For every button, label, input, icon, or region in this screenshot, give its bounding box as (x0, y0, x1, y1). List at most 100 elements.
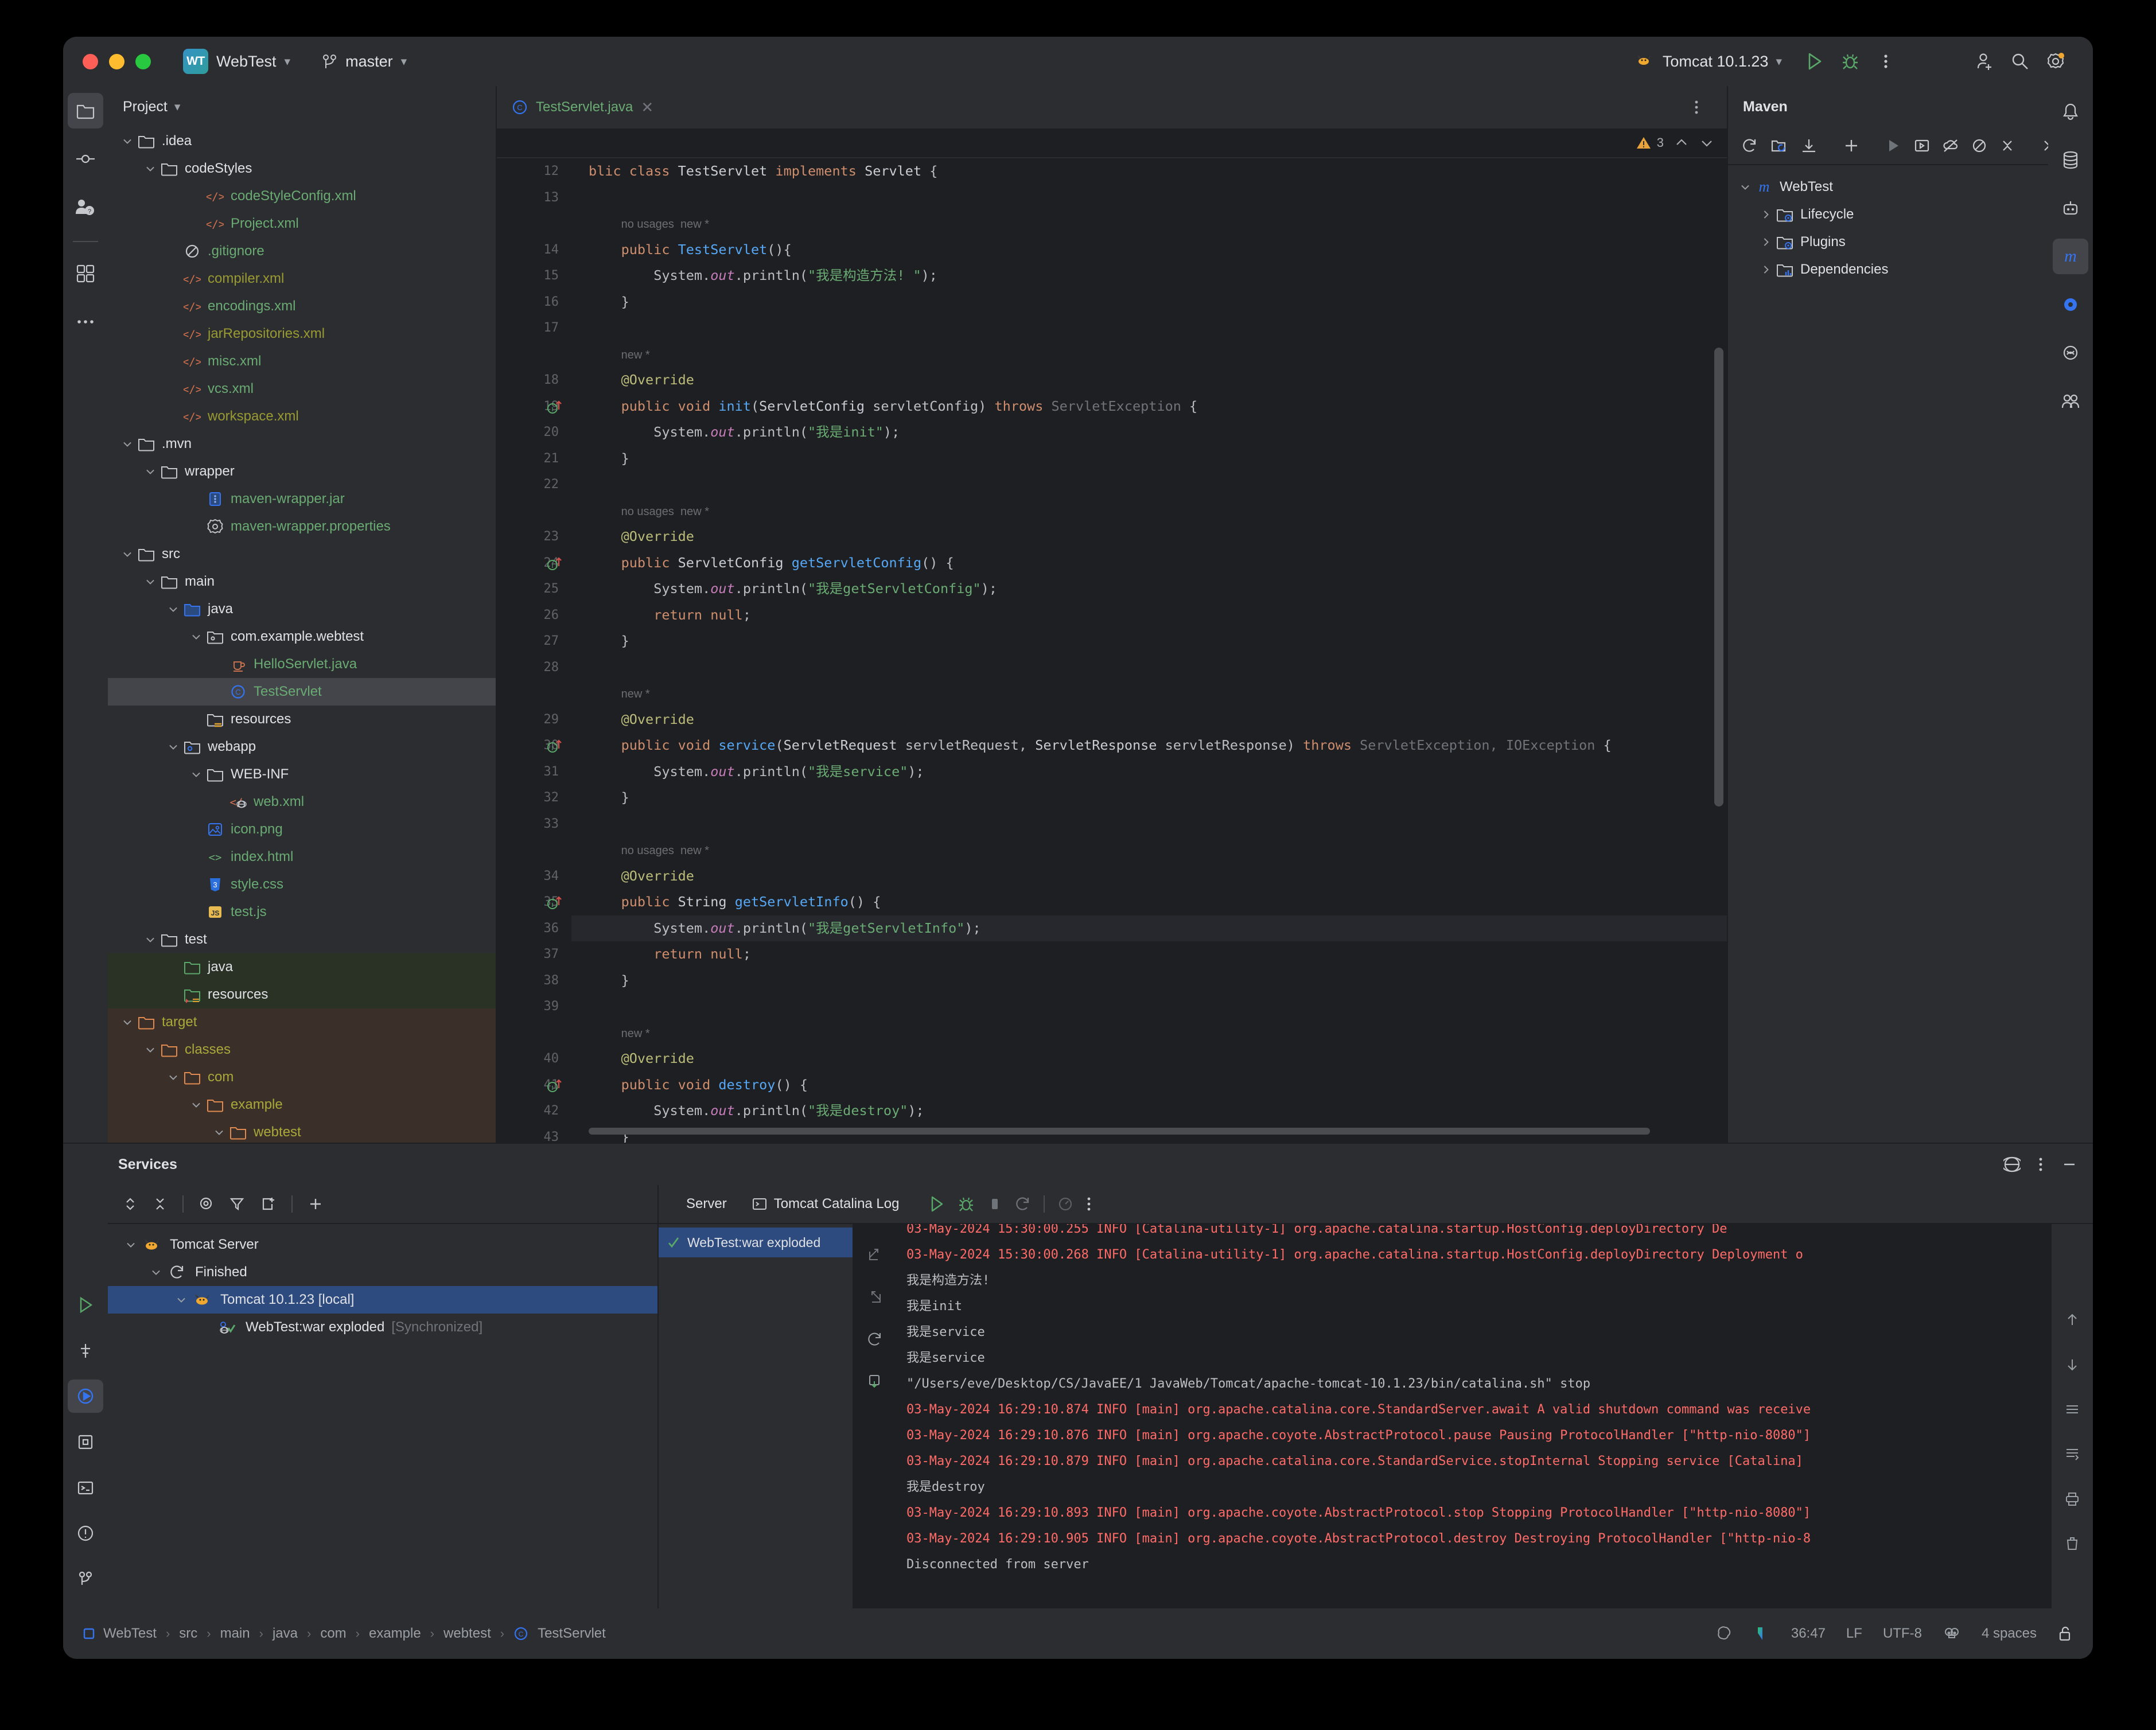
caret-position-label[interactable]: 36:47 (1791, 1626, 1826, 1642)
run-tool-button[interactable] (68, 1288, 103, 1322)
breadcrumb-item[interactable]: webtest (443, 1626, 491, 1642)
search-button[interactable] (2002, 44, 2038, 79)
warning-count-badge[interactable]: 3 (1636, 135, 1664, 150)
project-tree-item[interactable]: CTestServlet (108, 678, 496, 706)
override-method-icon[interactable]: I (546, 397, 566, 416)
bug-bot-button[interactable] (2053, 190, 2088, 226)
chevron-down-icon[interactable] (187, 629, 205, 644)
chevron-down-icon[interactable] (118, 437, 137, 451)
project-tree-item[interactable]: <>index.html (108, 843, 496, 871)
project-tree-item[interactable]: HelloServlet.java (108, 650, 496, 678)
project-tree-item[interactable]: com.example.webtest (108, 623, 496, 650)
code-line[interactable]: public String getServletInfo() { (589, 889, 881, 915)
generate-sources-icon[interactable] (1770, 137, 1788, 154)
ai-assistant-button[interactable] (2053, 287, 2088, 322)
structure-tool-button[interactable] (68, 1334, 103, 1367)
chevron-down-icon[interactable] (147, 1265, 165, 1280)
debug-button[interactable] (1832, 44, 1868, 79)
code-line[interactable]: new * (589, 680, 650, 708)
rerun-button[interactable] (929, 1195, 945, 1213)
minimize-panel-icon[interactable] (2061, 1156, 2078, 1173)
close-window-button[interactable] (83, 54, 98, 69)
openai-icon[interactable] (1717, 1625, 1734, 1642)
project-selector[interactable]: WT WebTest ▾ (183, 49, 290, 74)
project-tree-item[interactable]: icon.png (108, 816, 496, 843)
project-tree-item[interactable]: resources (108, 706, 496, 733)
scroll-to-end-toggle-icon[interactable] (2057, 1439, 2088, 1470)
project-tree-item[interactable]: </>misc.xml (108, 348, 496, 375)
chevron-down-icon[interactable] (122, 1237, 140, 1252)
assistant-tool-button[interactable]: ? (68, 189, 103, 225)
chevron-right-icon[interactable] (1757, 235, 1775, 250)
debug-button[interactable] (958, 1195, 975, 1213)
project-tree-item[interactable]: com (108, 1063, 496, 1091)
expand-collapse-icon[interactable] (123, 1196, 138, 1212)
code-line[interactable]: System.out.println("我是构造方法! "); (589, 263, 937, 289)
rerun-console-icon[interactable] (859, 1324, 890, 1355)
project-tool-button[interactable] (68, 93, 103, 128)
run-button[interactable] (1797, 44, 1832, 79)
run-maven-goal-icon[interactable] (1885, 138, 1901, 154)
code-line[interactable]: System.out.println("我是init"); (589, 419, 900, 446)
profile-button[interactable] (1057, 1196, 1073, 1212)
project-tree-item[interactable]: java (108, 953, 496, 981)
scroll-to-end-icon[interactable] (859, 1239, 890, 1270)
code-line[interactable]: public TestServlet(){ (589, 237, 792, 263)
breadcrumb-item[interactable]: example (369, 1626, 421, 1642)
breadcrumb-item[interactable]: TestServlet (538, 1626, 606, 1642)
code-line[interactable] (589, 185, 597, 211)
console-output[interactable]: 03-May-2024 15:30:00.255 INFO [Catalina-… (896, 1224, 2052, 1608)
more-options-icon[interactable] (1086, 1195, 1092, 1213)
code-line[interactable]: System.out.println("我是service"); (589, 759, 924, 785)
project-tree[interactable]: .ideacodeStyles</>codeStyleConfig.xml</>… (108, 127, 496, 1143)
execute-maven-goal-icon[interactable] (1914, 138, 1930, 154)
code-line[interactable]: return null; (589, 602, 751, 629)
code-line[interactable]: } (589, 628, 629, 654)
project-tree-item[interactable]: main (108, 568, 496, 595)
more-actions-button[interactable] (1868, 44, 1904, 79)
skip-tests-icon[interactable] (1971, 138, 1987, 154)
code-line[interactable]: } (589, 289, 629, 315)
code-line[interactable]: System.out.println("我是getServletInfo"); (589, 915, 981, 942)
breadcrumb-item[interactable]: WebTest (103, 1626, 157, 1642)
project-tree-item[interactable]: WEB-INF (108, 761, 496, 788)
project-tree-item[interactable]: .gitignore (108, 237, 496, 265)
code-line[interactable]: System.out.println("我是getServletConfig")… (589, 576, 997, 602)
view-options-icon[interactable] (199, 1196, 215, 1212)
project-tree-item[interactable]: target (108, 1008, 496, 1036)
next-problem-icon[interactable] (1699, 135, 1714, 150)
services-tree-item[interactable]: Finished (108, 1258, 657, 1286)
project-tree-item[interactable]: </>codeStyleConfig.xml (108, 182, 496, 210)
services-tree[interactable]: Tomcat ServerFinishedTomcat 10.1.23 [loc… (108, 1224, 657, 1608)
editor-code-area[interactable]: blic class TestServlet implements Servle… (571, 158, 1727, 1143)
project-tree-item[interactable]: .mvn (108, 430, 496, 458)
add-maven-project-icon[interactable] (1843, 137, 1860, 154)
problems-tool-button[interactable] (68, 1425, 103, 1459)
services-tab-catalina-log[interactable]: Tomcat Catalina Log (740, 1184, 912, 1224)
code-line[interactable] (589, 472, 597, 498)
project-tree-item[interactable]: example (108, 1091, 496, 1119)
chevron-down-icon[interactable] (172, 1292, 190, 1307)
code-line[interactable]: blic class TestServlet implements Servle… (589, 158, 937, 185)
code-line[interactable]: } (589, 968, 629, 994)
project-tree-item[interactable]: 3style.css (108, 871, 496, 898)
branch-selector[interactable]: master ▾ (322, 53, 407, 71)
maven-tree-item[interactable]: Lifecycle (1728, 201, 2048, 228)
project-tree-item[interactable]: </>Project.xml (108, 210, 496, 237)
add-collaborator-button[interactable] (1967, 44, 2002, 79)
chevron-down-icon[interactable] (164, 739, 182, 754)
download-sources-icon[interactable] (1800, 137, 1818, 154)
unlock-icon[interactable] (2057, 1625, 2073, 1642)
code-line[interactable]: @Override (589, 367, 694, 393)
terminal-tool-button[interactable] (68, 1471, 103, 1505)
editor-body[interactable]: 1213141516171819I2021222324I252627282930… (497, 158, 1727, 1143)
print-icon[interactable] (2057, 1483, 2088, 1514)
scroll-up-icon[interactable] (2057, 1304, 2088, 1335)
stop-button[interactable] (987, 1195, 1002, 1213)
services-tree-item[interactable]: WebTest:war exploded[Synchronized] (108, 1314, 657, 1341)
project-tree-item[interactable]: src (108, 540, 496, 568)
services-tab-bar[interactable]: Server Tomcat Catalina Log (659, 1185, 2093, 1224)
save-console-icon[interactable] (859, 1366, 890, 1397)
maven-tree-item[interactable]: Dependencies (1728, 256, 2048, 283)
chevron-down-icon[interactable] (187, 1097, 205, 1112)
